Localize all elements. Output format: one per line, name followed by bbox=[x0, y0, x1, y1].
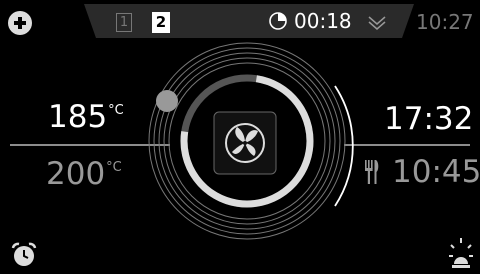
dial-knob[interactable] bbox=[156, 90, 178, 112]
cook-duration[interactable]: 10:45 bbox=[392, 154, 480, 190]
light-bulb-icon[interactable] bbox=[448, 236, 474, 270]
temperature-unit: °C bbox=[108, 103, 124, 118]
alarm-clock-icon[interactable] bbox=[10, 241, 38, 269]
current-temperature-value: 185 bbox=[48, 99, 108, 135]
program-1-tab[interactable]: 1 bbox=[116, 13, 132, 32]
temperature-unit: °C bbox=[106, 160, 122, 175]
clock: 10:27 bbox=[416, 10, 474, 34]
set-temperature[interactable]: 200°C bbox=[46, 156, 122, 192]
cutlery-icon bbox=[365, 160, 379, 184]
set-temperature-value: 200 bbox=[46, 156, 106, 192]
top-bar bbox=[84, 4, 414, 38]
current-temperature: 185°C bbox=[48, 99, 124, 135]
program-2-tab[interactable]: 2 bbox=[152, 12, 170, 33]
chevron-down-icon[interactable] bbox=[366, 12, 388, 34]
ui-graphics bbox=[10, 4, 470, 240]
timer-display[interactable]: 00:18 bbox=[294, 9, 352, 33]
add-button[interactable] bbox=[8, 11, 32, 35]
timer-icon bbox=[269, 12, 287, 30]
end-time[interactable]: 17:32 bbox=[384, 101, 473, 137]
